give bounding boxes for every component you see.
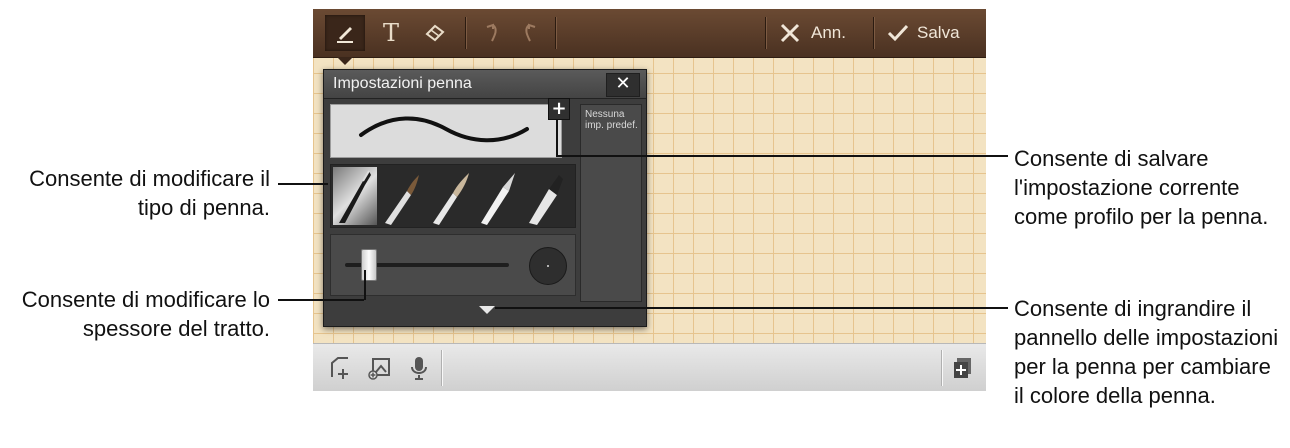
leader-line-save-preset [556, 155, 1008, 157]
top-toolbar: T Ann. Salva [313, 9, 986, 58]
thickness-dot [547, 265, 549, 267]
eraser-icon [425, 24, 445, 42]
voice-record-button[interactable] [403, 352, 435, 384]
undo-button[interactable] [473, 15, 509, 51]
save-button[interactable]: Salva [887, 15, 983, 51]
pen-type-calligraphy[interactable] [429, 167, 473, 225]
marker-icon [529, 175, 563, 225]
redo-button[interactable] [513, 15, 549, 51]
panel-header: Impostazioni penna ✕ [324, 70, 646, 99]
add-page-icon [954, 358, 971, 378]
pen-type-brush[interactable] [381, 167, 425, 225]
leader-line-expand-panel [495, 307, 1008, 309]
text-button[interactable]: T [373, 15, 409, 51]
bottom-toolbar [313, 343, 986, 391]
pencil-icon [481, 173, 515, 225]
toolbar-separator [765, 17, 766, 49]
stroke-sample [359, 116, 529, 143]
add-preset-button[interactable]: + [548, 98, 570, 120]
new-page-button[interactable] [325, 352, 357, 384]
panel-title: Impostazioni penna [333, 75, 472, 92]
thickness-control [330, 234, 576, 296]
microphone-icon [411, 357, 427, 380]
calligraphy-brush-icon [433, 173, 469, 225]
fountain-pen-icon [339, 170, 371, 223]
add-page-button[interactable] [947, 352, 979, 384]
brush-icon [385, 175, 419, 225]
toolbar-separator [555, 17, 556, 49]
pen-button[interactable] [325, 15, 365, 51]
eraser-button[interactable] [417, 15, 453, 51]
expand-panel-button[interactable] [479, 306, 495, 314]
pen-type-pencil[interactable] [477, 167, 521, 225]
redo-icon [525, 23, 536, 42]
bottom-separator [941, 350, 942, 386]
check-icon [887, 24, 909, 42]
callout-thickness: Consente di modificare lo spessore del t… [21, 287, 270, 341]
leader-line-thickness-vertical [364, 270, 366, 300]
leader-line-pen-type [278, 183, 328, 185]
cancel-label: Ann. [811, 23, 846, 42]
undo-icon [486, 23, 497, 42]
callout-pen-type: Consente di modificare il tipo di penna. [29, 166, 270, 220]
new-page-icon [331, 357, 348, 379]
save-label: Salva [917, 23, 960, 42]
bottom-separator [441, 350, 442, 386]
panel-close-button[interactable]: ✕ [606, 73, 640, 97]
toolbar-separator [873, 17, 874, 49]
leader-line-save-preset-vertical [556, 120, 558, 156]
close-icon [780, 23, 800, 43]
callout-save-preset: Consente di salvare l'impostazione corre… [1014, 146, 1269, 229]
pen-type-marker[interactable] [525, 167, 569, 225]
insert-image-button[interactable] [363, 352, 395, 384]
text-icon: T [382, 19, 399, 47]
no-preset-text: Nessuna imp. predef. [585, 109, 638, 131]
pen-icon [337, 27, 353, 43]
callout-expand-panel: Consente di ingrandire il pannello delle… [1014, 296, 1279, 408]
thickness-preview [529, 247, 567, 285]
toolbar-separator [465, 17, 466, 49]
stroke-preview [330, 104, 562, 158]
pen-settings-panel: Impostazioni penna ✕ + Nessuna imp. pred… [323, 69, 647, 327]
leader-line-thickness [278, 299, 364, 301]
note-screen: T Ann. Salva Impostazioni penna ✕ + Ness… [313, 9, 986, 391]
selection-pointer [337, 57, 353, 65]
preset-list: Nessuna imp. predef. [580, 104, 642, 302]
insert-image-icon [368, 358, 390, 380]
pen-type-selector [330, 164, 576, 228]
pen-type-fountain[interactable] [333, 167, 377, 225]
cancel-button[interactable]: Ann. [779, 15, 875, 51]
